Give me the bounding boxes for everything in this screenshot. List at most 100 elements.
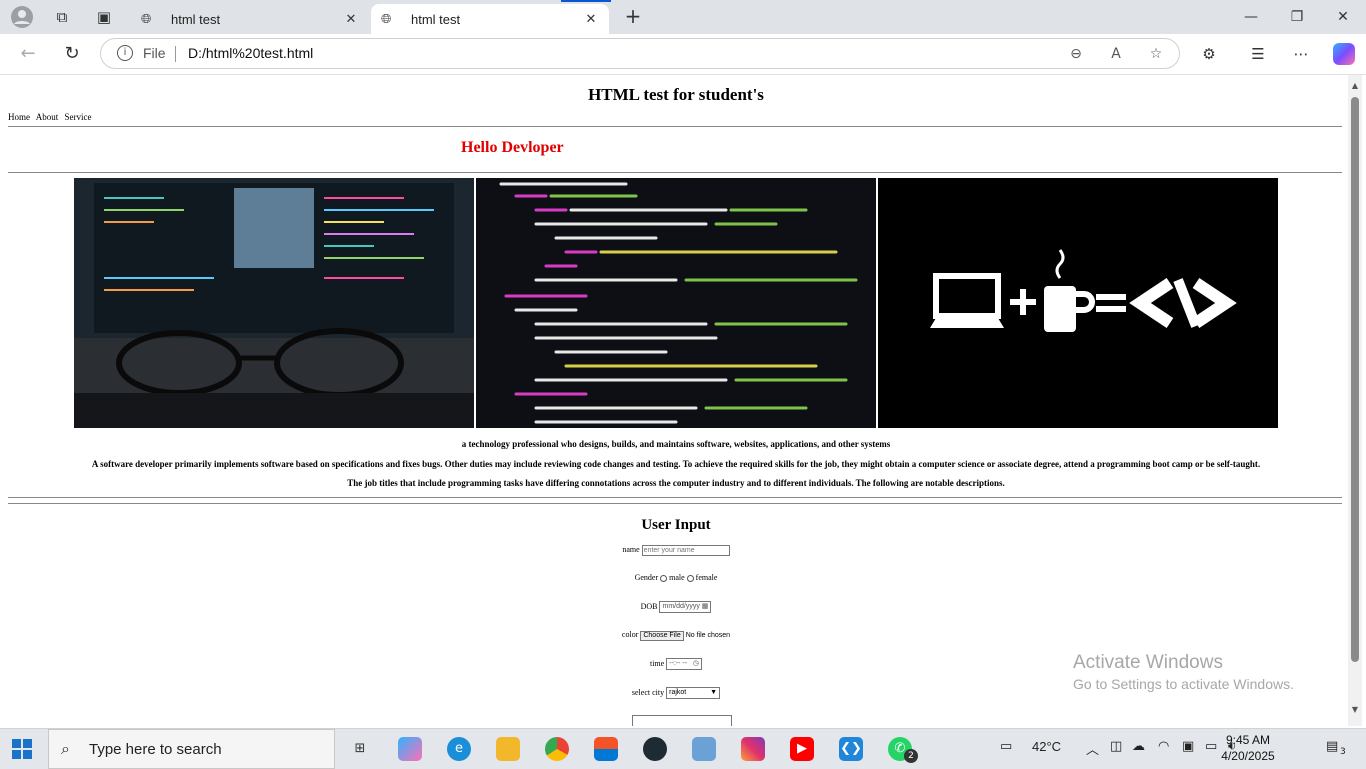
minimize-button[interactable]: — (1228, 0, 1274, 34)
toolbar: ← ↻ i File D:/html%20test.html ⊖ A ☆ ⚙ ☰… (0, 34, 1366, 75)
edge-icon[interactable]: e (447, 737, 471, 761)
dob-date-input[interactable]: mm/dd/yyyy ▦ (659, 601, 712, 613)
back-button[interactable]: ← (15, 42, 41, 68)
scrollbar-thumb[interactable] (1351, 97, 1359, 662)
scheme-label: File (143, 45, 166, 61)
chrome-icon[interactable] (545, 737, 569, 761)
name-input[interactable] (641, 545, 730, 556)
scroll-down-icon[interactable]: ▼ (1350, 705, 1360, 714)
female-radio[interactable] (686, 574, 694, 582)
favorite-star-icon[interactable]: ☆ (1146, 45, 1166, 65)
desk-monitor-glasses-photo (74, 178, 474, 428)
start-button[interactable] (12, 739, 32, 759)
divider (8, 172, 1342, 173)
zoom-out-icon[interactable]: ⊖ (1066, 45, 1086, 65)
notes-paragraph: The job titles that include programming … (347, 478, 1005, 488)
notifications-icon[interactable]: ▤ (1326, 739, 1338, 754)
instagram-icon[interactable] (741, 737, 765, 761)
scroll-up-icon[interactable]: ▲ (1350, 81, 1360, 90)
close-tab-icon[interactable]: ✕ (343, 12, 359, 27)
copilot-icon[interactable] (1333, 43, 1355, 65)
clock-time: 9:45 AM (1225, 733, 1271, 747)
hello-heading: Hello Devloper (461, 139, 564, 156)
more-menu-icon[interactable]: ⋯ (1290, 43, 1312, 65)
color-label: color (621, 630, 639, 639)
close-window-button[interactable]: ✕ (1320, 0, 1366, 34)
nav-link-home[interactable]: Home (8, 112, 30, 122)
nav-link-service[interactable]: Service (65, 112, 92, 122)
task-view-icon[interactable]: ⊞ (348, 737, 372, 761)
vertical-scrollbar[interactable]: ▲ ▼ (1348, 75, 1362, 726)
onedrive-icon[interactable]: ☁ (1132, 739, 1145, 754)
workspaces-icon[interactable]: ⧉ (49, 4, 75, 30)
tab-strip: ⧉ ▣ 🌐︎ html test ✕ 🌐︎ html test ✕ + — ❐ … (0, 0, 1366, 34)
show-hidden-icons-icon[interactable]: ︿ (1086, 739, 1099, 758)
chevron-down-icon: ▼ (710, 689, 718, 696)
male-radio[interactable] (660, 574, 668, 582)
calendar-icon[interactable]: ▦ (702, 603, 709, 610)
divider (8, 126, 1342, 127)
app-icon-teal[interactable] (643, 737, 667, 761)
dob-label: DOB (640, 601, 658, 611)
weather-icon[interactable]: ▭ (1000, 739, 1012, 754)
wifi-icon[interactable]: ◠ (1158, 739, 1169, 754)
user-input-heading: User Input (641, 517, 711, 533)
city-value: rajkot (669, 689, 687, 696)
page-viewport: HTML test for student's Home About Servi… (4, 75, 1348, 726)
gender-row: Gender male female (4, 573, 1348, 582)
vertical-tabs-icon[interactable]: ▣ (91, 4, 117, 30)
city-select[interactable]: rajkot ▼ (666, 687, 721, 699)
notification-count: 3 (1340, 747, 1346, 757)
laptop-plus-coffee-equals-code-graphic (878, 178, 1278, 428)
windows-taskbar: ⌕ Type here to search ⊞ e ▶ ❮❯ ✆ 2 ▭ 42°… (0, 728, 1366, 769)
taskbar-search[interactable]: ⌕ Type here to search (48, 729, 335, 769)
name-row: name (4, 545, 1348, 556)
tab-html-test-2[interactable]: 🌐︎ html test ✕ (371, 0, 611, 34)
nav-link-about[interactable]: About (36, 112, 59, 122)
choose-file-button[interactable]: Choose File (640, 631, 684, 641)
dob-row: DOB mm/dd/yyyy ▦ (4, 601, 1348, 613)
tab-title: html test (171, 11, 221, 27)
city-label: select city (631, 687, 665, 697)
female-label: female (695, 573, 718, 582)
extensions-icon[interactable]: ⚙ (1198, 43, 1220, 65)
new-tab-button[interactable]: + (621, 5, 645, 29)
divider (8, 497, 1342, 498)
favorites-icon[interactable]: ☰ (1247, 43, 1269, 65)
virtualbox-icon[interactable] (692, 737, 716, 761)
clock-icon[interactable]: ◷ (693, 660, 699, 667)
profile-icon[interactable] (9, 4, 35, 30)
tab-html-test-1[interactable]: 🌐︎ html test ✕ (131, 4, 369, 34)
textarea-partial[interactable] (632, 715, 732, 726)
time-label: time (649, 658, 665, 668)
restore-button[interactable]: ❐ (1274, 0, 1320, 34)
info-icon[interactable]: i (117, 45, 133, 61)
microsoft-store-icon[interactable] (594, 737, 618, 761)
copilot-app-icon[interactable] (398, 737, 422, 761)
file-explorer-icon[interactable] (496, 737, 520, 761)
read-aloud-icon[interactable]: A (1106, 45, 1126, 65)
activate-windows-subtitle: Go to Settings to activate Windows. (1073, 676, 1294, 692)
youtube-icon[interactable]: ▶ (790, 737, 814, 761)
intro-paragraph: a technology professional who designs, b… (461, 439, 891, 449)
refresh-button[interactable]: ↻ (59, 42, 85, 68)
meet-now-icon[interactable]: ◫ (1110, 739, 1122, 754)
time-input[interactable]: --:-- -- ◷ (666, 658, 703, 670)
top-nav: Home About Service (8, 112, 96, 122)
clock-date: 4/20/2025 (1221, 749, 1275, 763)
close-tab-icon[interactable]: ✕ (583, 12, 599, 27)
gender-label: Gender (634, 573, 659, 582)
whatsapp-badge: 2 (904, 749, 918, 763)
name-label: name (622, 545, 640, 554)
system-clock[interactable]: 9:45 AM 4/20/2025 (1198, 732, 1298, 764)
address-bar[interactable]: i File D:/html%20test.html ⊖ A ☆ (100, 38, 1180, 69)
color-row: color Choose File No file chosen (4, 630, 1348, 641)
activate-windows-title: Activate Windows (1073, 652, 1223, 673)
url-text[interactable]: D:/html%20test.html (188, 45, 313, 61)
divider (8, 503, 1342, 504)
weather-text[interactable]: 42°C (1032, 739, 1061, 754)
vscode-icon[interactable]: ❮❯ (839, 737, 863, 761)
description-paragraph: A software developer primarily implement… (91, 459, 1261, 469)
display-icon[interactable]: ▣ (1182, 739, 1194, 754)
page-title: HTML test for student's (588, 85, 764, 104)
